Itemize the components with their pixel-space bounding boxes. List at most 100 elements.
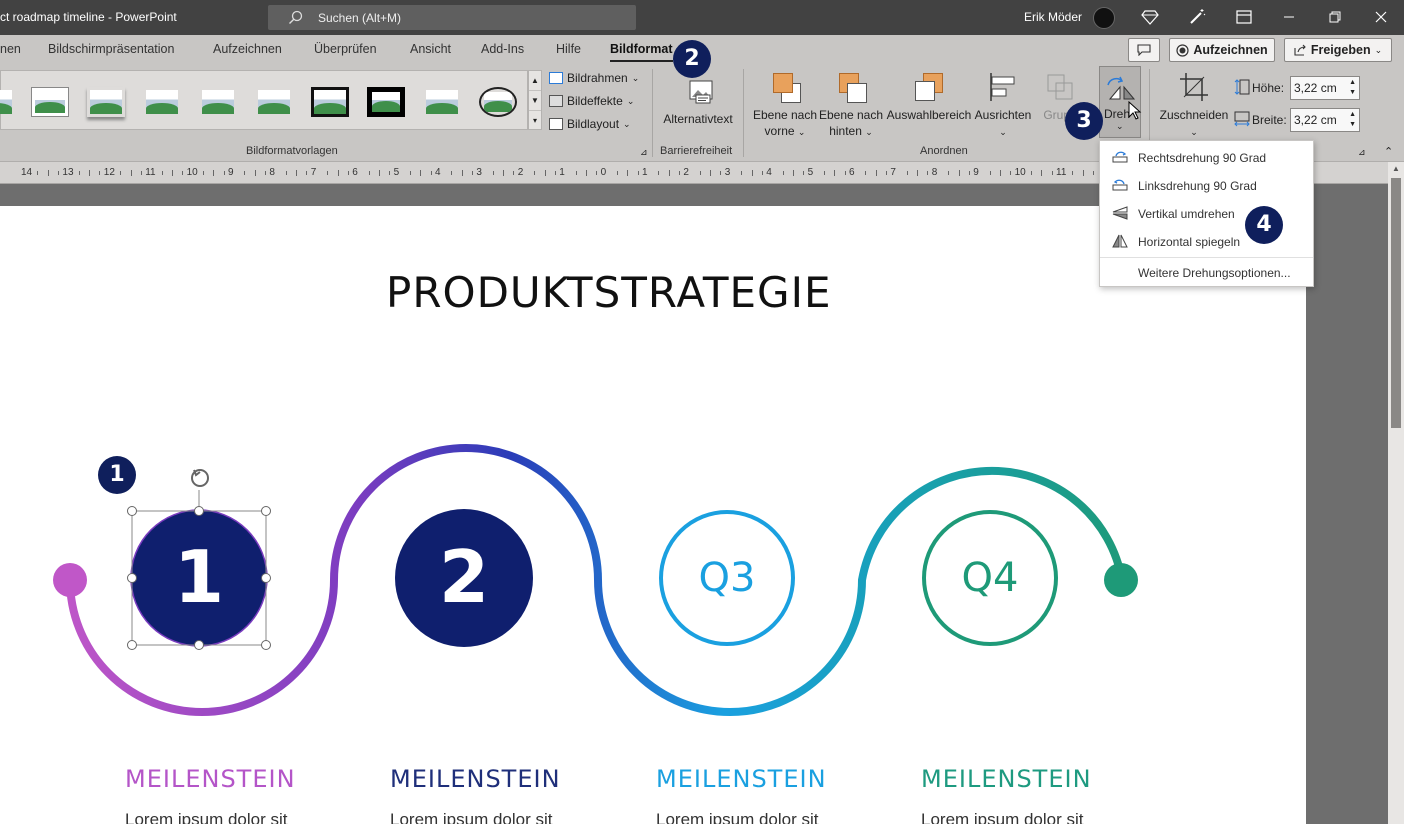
milestone-heading-3[interactable]: MEILENSTEIN — [656, 765, 827, 793]
send-backward-button[interactable]: Ebene nach hinten ⌄ — [818, 71, 884, 140]
ruler-minor-tick — [347, 171, 349, 175]
align-icon — [987, 71, 1019, 103]
crop-button[interactable]: Zuschneiden ⌄ — [1156, 71, 1232, 140]
selection-pane-icon — [913, 71, 945, 103]
menu-item-rotate-right[interactable]: Rechtsdrehung 90 Grad — [1100, 143, 1313, 171]
ruler-minor-tick — [1030, 171, 1032, 175]
style-thumb[interactable] — [423, 87, 461, 117]
ruler-minor-tick — [927, 171, 929, 175]
gallery-scroll[interactable]: ▲ ▼ ▾ — [528, 70, 542, 130]
style-thumb[interactable] — [255, 87, 293, 117]
ruler-minor-tick — [409, 171, 411, 175]
restore-icon[interactable] — [1326, 8, 1344, 26]
user-name[interactable]: Erik Möder — [1024, 10, 1082, 24]
magic-wand-icon[interactable] — [1188, 8, 1206, 26]
alt-text-icon — [682, 75, 714, 107]
height-input[interactable]: 3,22 cm ▲ ▼ — [1290, 76, 1360, 100]
rotate-button[interactable]: Dreh ⌄ — [1099, 66, 1142, 138]
more-icon[interactable]: ▾ — [529, 111, 541, 131]
comments-button[interactable] — [1128, 38, 1160, 62]
style-thumb[interactable] — [199, 87, 237, 117]
rotate-handle-icon[interactable] — [191, 469, 209, 487]
share-button[interactable]: Freigeben ⌄ — [1284, 38, 1392, 62]
ruler-tick-label: 0 — [600, 167, 607, 178]
vertical-scrollbar[interactable]: ▲ — [1388, 162, 1404, 824]
close-icon[interactable] — [1372, 8, 1390, 26]
timeline-start-dot — [53, 563, 87, 597]
width-icon — [1234, 111, 1250, 127]
picture-border-button[interactable]: Bildrahmen ⌄ — [549, 71, 639, 85]
style-thumb[interactable] — [311, 87, 349, 117]
style-thumb[interactable] — [87, 87, 125, 117]
tab-addins[interactable]: Add-Ins — [481, 42, 524, 56]
milestone-heading-4[interactable]: MEILENSTEIN — [921, 765, 1092, 793]
milestone-text-4[interactable]: Lorem ipsum dolor sit — [921, 810, 1084, 824]
picture-styles-gallery — [0, 70, 528, 130]
bring-forward-button[interactable]: Ebene nach vorne ⌄ — [752, 71, 818, 140]
ruler-tick-label: 8 — [269, 167, 275, 178]
spinner-icon[interactable]: ▲ ▼ — [1349, 78, 1356, 98]
ruler-minor-tick — [823, 171, 825, 175]
ruler-minor-tick — [213, 170, 215, 176]
milestone-heading-1[interactable]: MEILENSTEIN — [125, 765, 296, 793]
milestone-text-2[interactable]: Lorem ipsum dolor sit — [390, 810, 553, 824]
tab-help[interactable]: Hilfe — [556, 42, 581, 56]
diamond-icon[interactable] — [1141, 8, 1159, 26]
alt-text-button[interactable]: Alternativtext — [660, 75, 736, 127]
scroll-up-icon[interactable]: ▲ — [1388, 164, 1404, 176]
spinner-icon[interactable]: ▲ ▼ — [1349, 110, 1356, 130]
ruler-minor-tick — [492, 171, 494, 175]
tab-view[interactable]: Ansicht — [410, 42, 451, 56]
milestone-text-1[interactable]: Lorem ipsum dolor sit — [125, 810, 288, 824]
ruler-minor-tick — [161, 171, 163, 175]
avatar[interactable] — [1093, 7, 1115, 29]
width-input[interactable]: 3,22 cm ▲ ▼ — [1290, 108, 1360, 132]
ruler-minor-tick — [182, 171, 184, 175]
ruler-tick-label: 11 — [1056, 167, 1067, 178]
bring-forward-icon — [769, 71, 801, 103]
picture-effects-icon — [549, 95, 563, 107]
menu-item-more-rotation-options[interactable]: Weitere Drehungsoptionen... — [1100, 258, 1313, 286]
milestone-text-3[interactable]: Lorem ipsum dolor sit — [656, 810, 819, 824]
selection-pane-button[interactable]: Auswahlbereich — [886, 71, 972, 123]
ruler-minor-tick — [1010, 171, 1012, 175]
ribbon-display-icon[interactable] — [1235, 8, 1253, 26]
record-button[interactable]: Aufzeichnen — [1169, 38, 1275, 62]
chevron-down-icon[interactable]: ▼ — [529, 91, 541, 111]
tab-start-partial[interactable]: nen — [0, 42, 21, 56]
collapse-ribbon-icon[interactable]: ⌃ — [1384, 145, 1393, 158]
ruler-minor-tick — [989, 171, 991, 175]
style-thumb[interactable] — [0, 87, 15, 117]
picture-effects-button[interactable]: Bildeffekte ⌄ — [549, 94, 634, 108]
style-thumb[interactable] — [143, 87, 181, 117]
ruler-minor-tick — [917, 170, 919, 176]
style-thumb[interactable] — [479, 87, 517, 117]
dialog-launcher-icon[interactable]: ⊿ — [640, 147, 648, 158]
rotate-label: Dreh — [1104, 107, 1131, 121]
chevron-up-icon[interactable]: ▲ — [529, 71, 541, 91]
ruler-minor-tick — [120, 171, 122, 175]
record-icon — [1176, 43, 1189, 57]
minimize-icon[interactable] — [1280, 8, 1298, 26]
milestone-heading-2[interactable]: MEILENSTEIN — [390, 765, 561, 793]
tab-review[interactable]: Überprüfen — [314, 42, 377, 56]
tab-record[interactable]: Aufzeichnen — [213, 42, 282, 56]
ruler-minor-tick — [389, 171, 391, 175]
scrollbar-thumb[interactable] — [1391, 178, 1401, 428]
ruler-tick-label: 7 — [310, 167, 317, 178]
picture-layout-button[interactable]: Bildlayout ⌄ — [549, 117, 631, 131]
height-icon — [1234, 79, 1250, 95]
style-thumb[interactable] — [367, 87, 405, 117]
ruler-minor-tick — [751, 170, 753, 176]
tab-picture-format[interactable]: Bildformat — [610, 42, 673, 62]
tab-slideshow[interactable]: Bildschirmpräsentation — [48, 42, 174, 56]
align-button[interactable]: Ausrichten ⌄ — [972, 71, 1034, 140]
ruler-tick-label: 9 — [228, 167, 234, 178]
ruler-minor-tick — [47, 170, 49, 176]
style-thumb[interactable] — [31, 87, 69, 117]
search-box[interactable]: Suchen (Alt+M) — [268, 5, 636, 30]
dialog-launcher-icon[interactable]: ⊿ — [1358, 147, 1366, 158]
ruler-tick-label: 2 — [517, 167, 524, 178]
ruler-minor-tick — [844, 171, 846, 175]
menu-item-rotate-left[interactable]: Linksdrehung 90 Grad — [1100, 171, 1313, 199]
